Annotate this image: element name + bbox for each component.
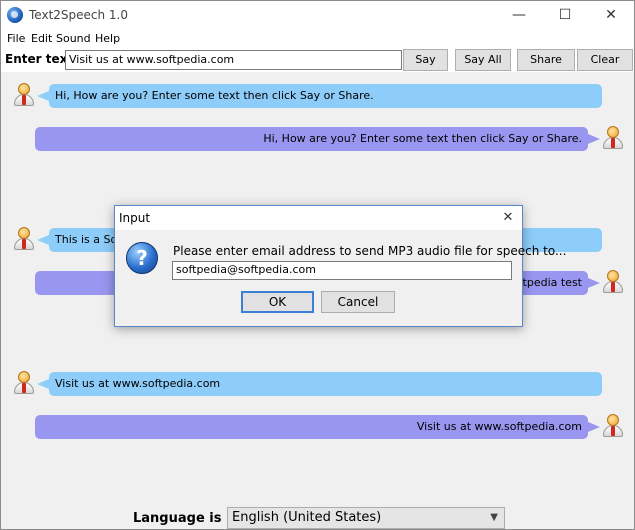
question-icon: ? [126, 242, 158, 274]
menu-edit[interactable]: Edit [31, 32, 52, 45]
language-selected-value: English (United States) [232, 510, 382, 525]
language-label: Language is [133, 511, 222, 526]
user-avatar-icon [602, 126, 624, 150]
dialog-message: Please enter email address to send MP3 a… [173, 244, 567, 258]
message-bubble-incoming: Hi, How are you? Enter some text then cl… [49, 84, 602, 108]
dialog-close-button[interactable]: ✕ [494, 206, 522, 230]
user-avatar-icon [13, 83, 35, 107]
user-avatar-icon [13, 227, 35, 251]
user-avatar-icon [602, 414, 624, 438]
input-dialog: Input ✕ ? Please enter email address to … [114, 205, 566, 327]
text-input[interactable]: Visit us at www.softpedia.com [65, 50, 402, 70]
bubble-tail [37, 91, 49, 101]
message-bubble-outgoing: Visit us at www.softpedia.com [35, 415, 588, 439]
message-bubble-incoming: Visit us at www.softpedia.com [49, 372, 602, 396]
menu-file[interactable]: File [7, 32, 25, 45]
minimize-button[interactable]: — [496, 1, 542, 30]
app-window: Text2Speech 1.0 — ☐ ✕ File Edit Sound He… [0, 0, 635, 530]
close-button[interactable]: ✕ [588, 1, 634, 30]
share-button[interactable]: Share [517, 49, 575, 71]
bubble-tail [37, 379, 49, 389]
cancel-button[interactable]: Cancel [321, 291, 395, 313]
user-avatar-icon [13, 371, 35, 395]
bubble-tail [588, 134, 600, 144]
window-title: Text2Speech 1.0 [29, 8, 129, 22]
user-avatar-icon [602, 270, 624, 294]
toolbar: Enter text Visit us at www.softpedia.com… [1, 48, 634, 72]
ok-button[interactable]: OK [241, 291, 314, 313]
bubble-tail [588, 422, 600, 432]
menu-sound[interactable]: Sound [56, 32, 91, 45]
clear-button[interactable]: Clear [577, 49, 633, 71]
say-button[interactable]: Say [403, 49, 448, 71]
enter-text-label: Enter text [5, 52, 74, 66]
menu-bar: File Edit Sound Help [1, 30, 634, 48]
say-all-button[interactable]: Say All [455, 49, 511, 71]
language-select[interactable]: English (United States) ▼ [227, 507, 505, 529]
bubble-tail [37, 235, 49, 245]
bubble-tail [588, 278, 600, 288]
maximize-button[interactable]: ☐ [542, 1, 588, 30]
menu-help[interactable]: Help [95, 32, 120, 45]
app-globe-icon [7, 7, 23, 23]
status-bar: Language is English (United States) ▼ [1, 505, 634, 529]
dialog-title: Input [119, 211, 151, 225]
chevron-down-icon: ▼ [490, 512, 498, 523]
email-field[interactable]: softpedia@softpedia.com [172, 261, 512, 280]
dialog-title-bar: Input ✕ [115, 206, 522, 230]
title-bar: Text2Speech 1.0 — ☐ ✕ [1, 1, 634, 30]
message-bubble-outgoing: Hi, How are you? Enter some text then cl… [35, 127, 588, 151]
